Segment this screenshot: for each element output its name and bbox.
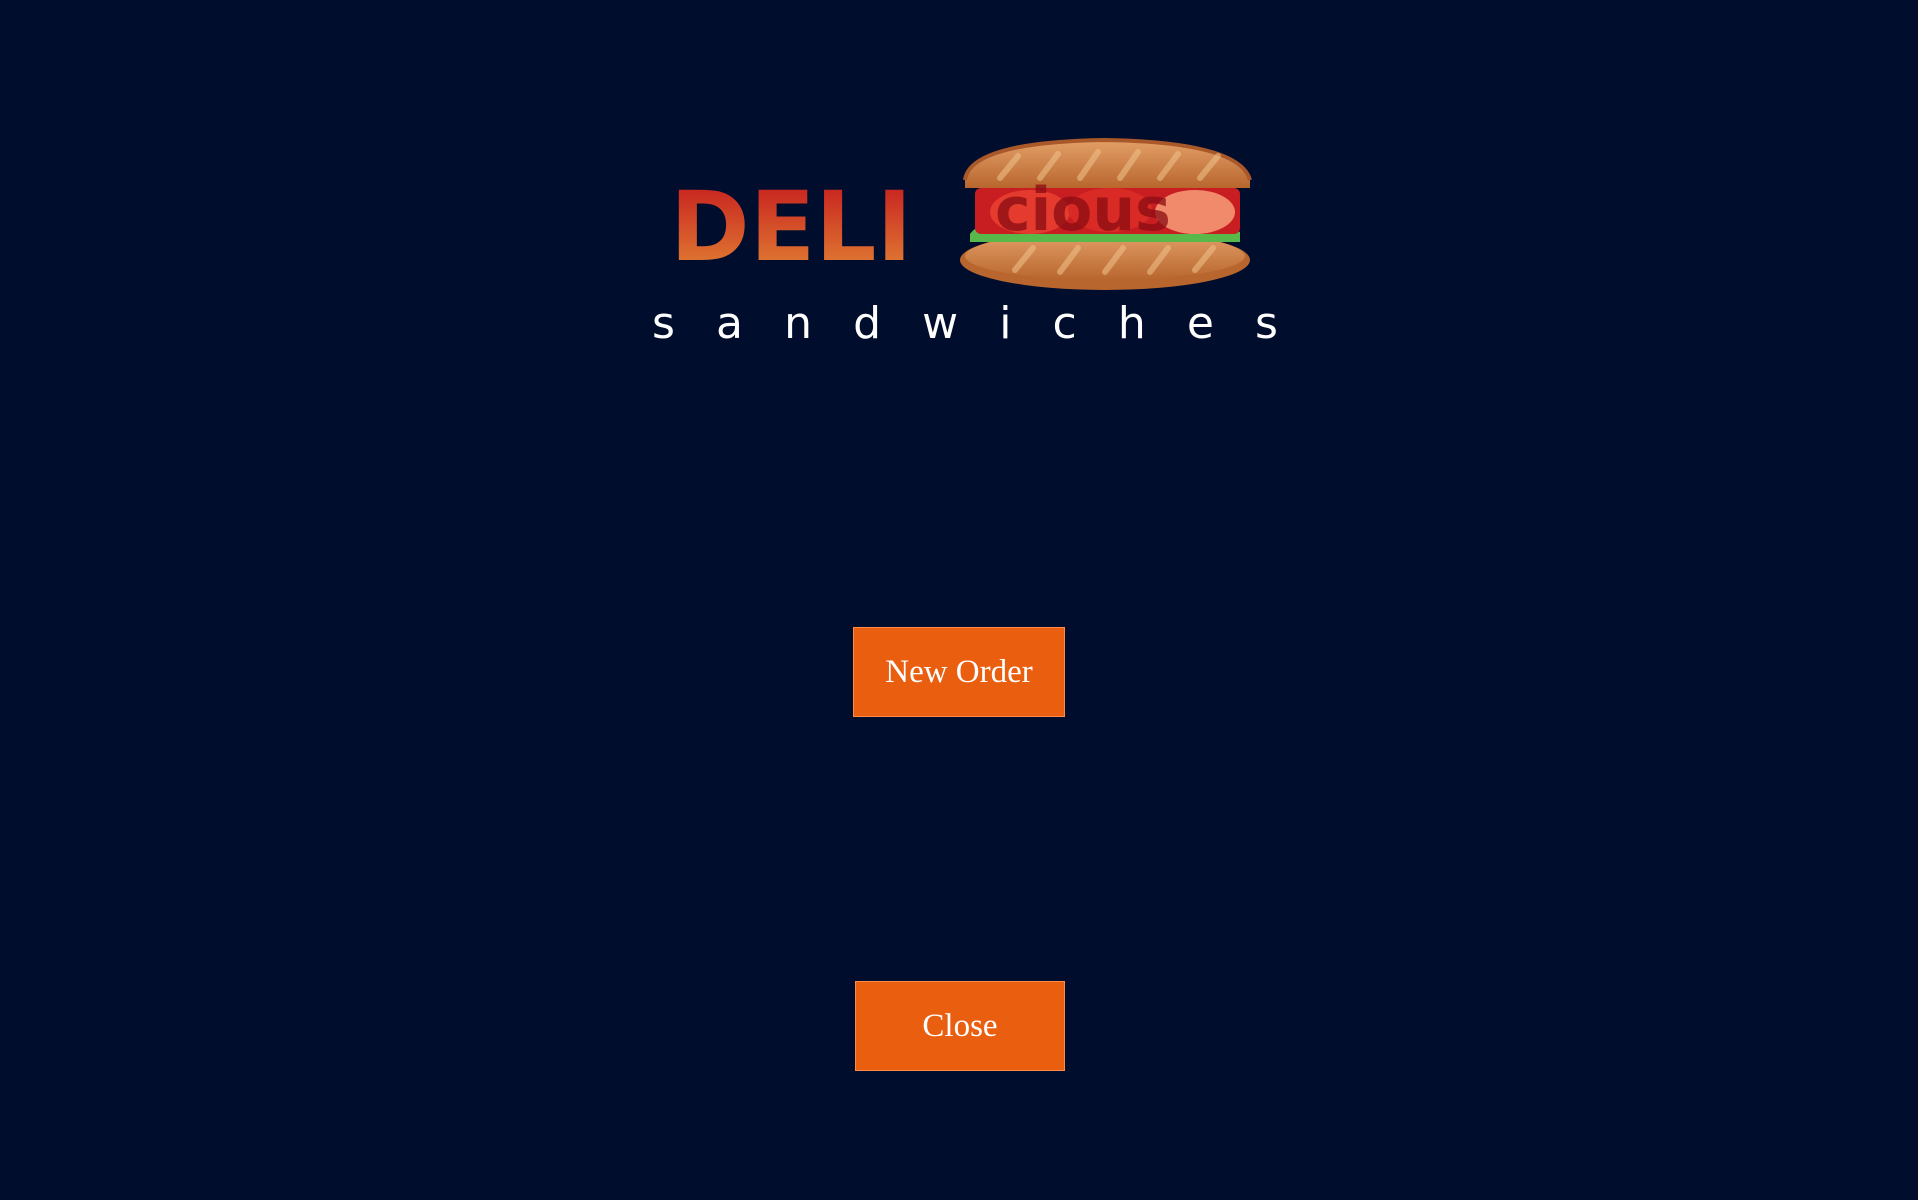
tagline-letter: s xyxy=(1254,298,1278,349)
tagline-letter: i xyxy=(999,298,1012,349)
tagline-letter: w xyxy=(922,298,959,349)
tagline-letter: c xyxy=(1052,298,1077,349)
new-order-button[interactable]: New Order xyxy=(853,627,1065,717)
tagline-letter: d xyxy=(853,298,882,349)
start-screen: DELI cious s a n d w i c h e s New Order… xyxy=(0,0,1918,1200)
tagline-letter: n xyxy=(784,298,812,349)
tagline-letter: a xyxy=(716,298,743,349)
new-order-button-label: New Order xyxy=(885,653,1033,690)
tagline-letter: h xyxy=(1117,298,1146,349)
logo-deli-text: DELI xyxy=(670,171,912,283)
close-button-label: Close xyxy=(922,1007,998,1044)
tagline-letter: e xyxy=(1186,298,1214,349)
logo-cious-text: cious xyxy=(995,175,1171,245)
logo-tagline: sandwiches xyxy=(640,298,1290,358)
close-button[interactable]: Close xyxy=(855,981,1065,1071)
tagline-letter: s xyxy=(652,298,675,349)
sandwich-icon: cious xyxy=(960,137,1252,290)
